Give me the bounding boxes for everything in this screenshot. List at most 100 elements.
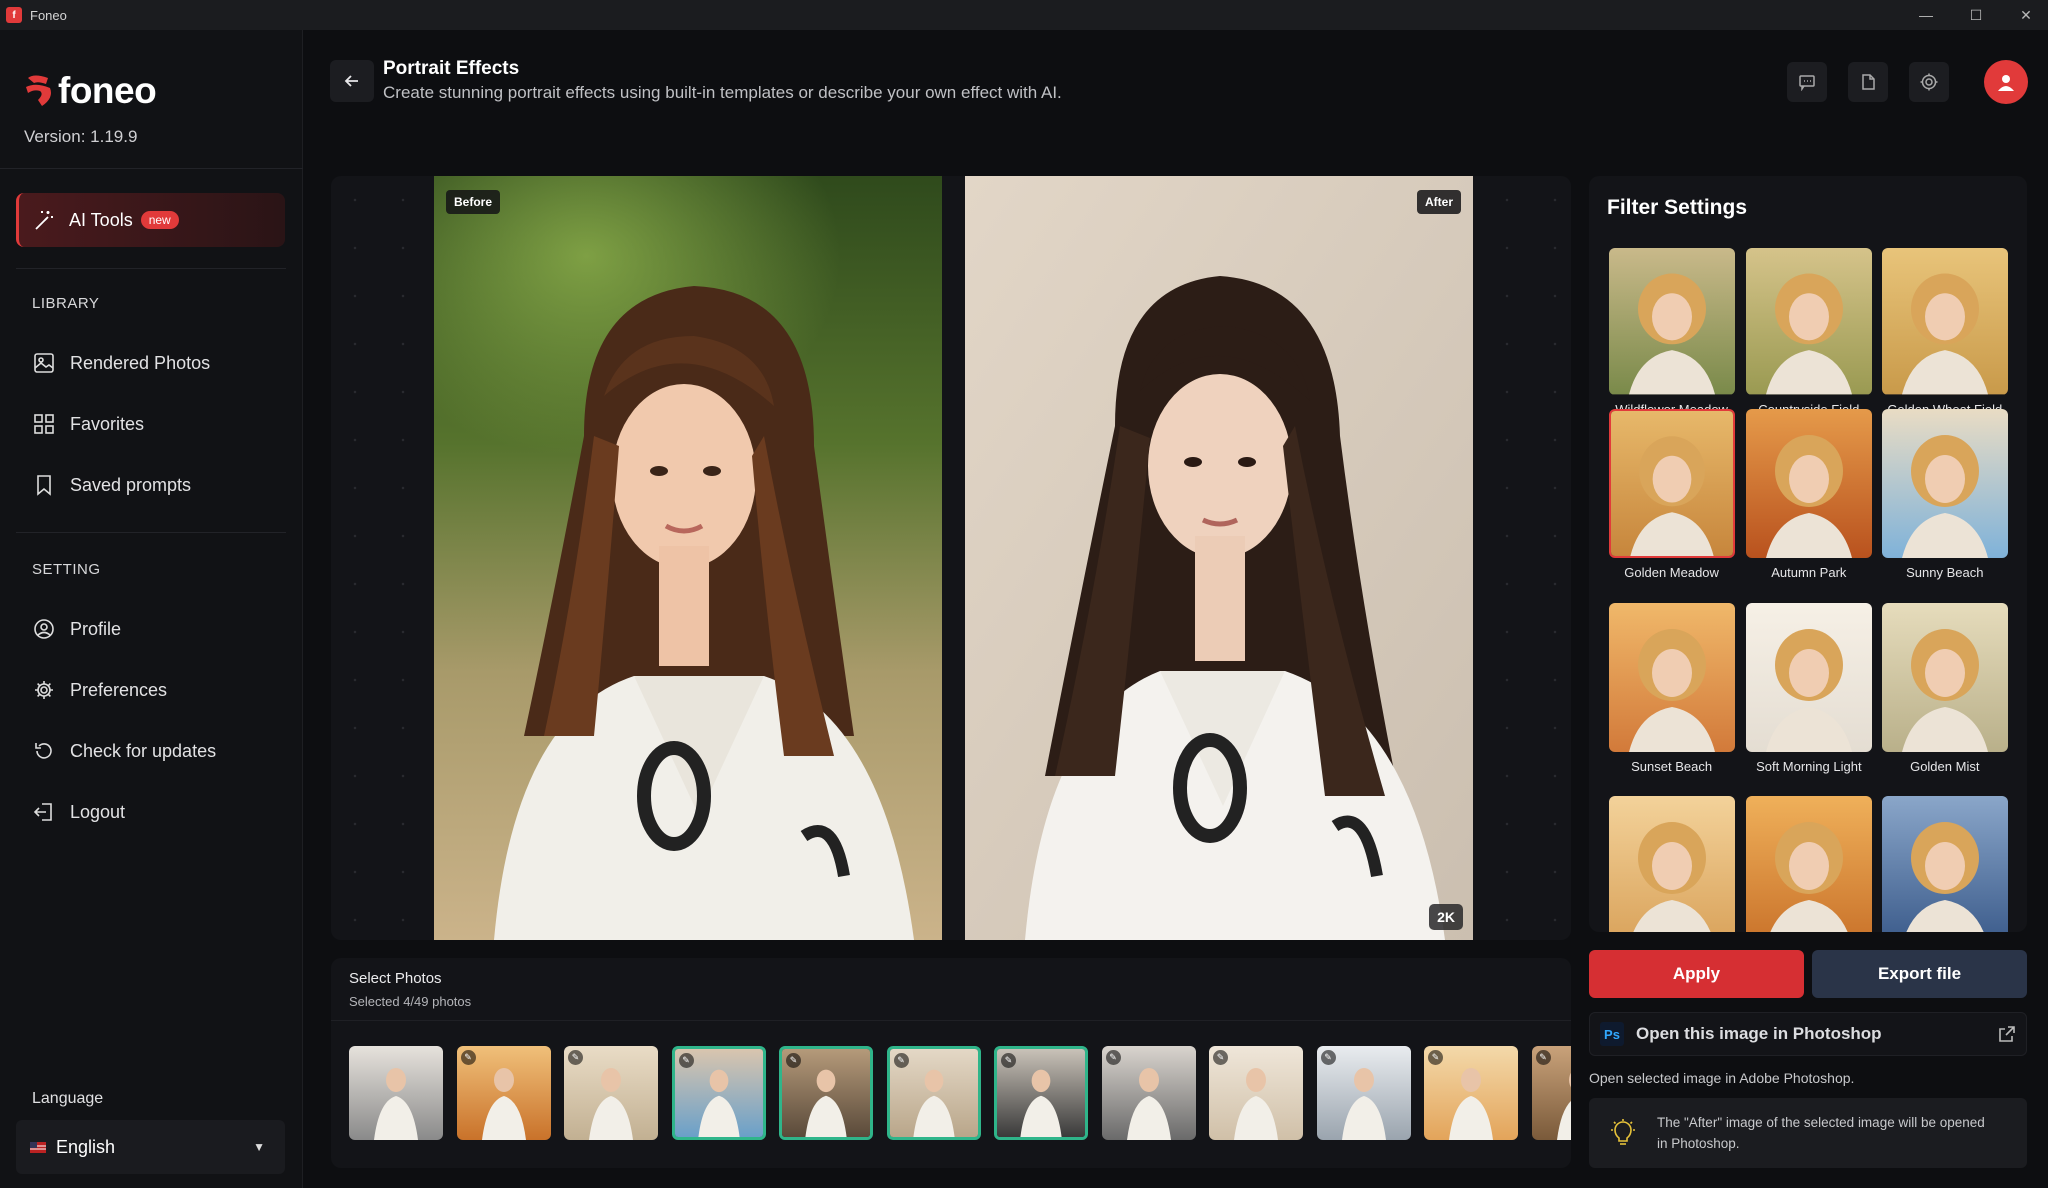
sidebar-item-saved-prompts[interactable]: Saved prompts <box>32 470 191 500</box>
filter-label: Soft Morning Light <box>1756 758 1862 774</box>
photo-thumbnail[interactable]: ✎ <box>1424 1046 1518 1140</box>
select-photos-count: Selected 4/49 photos <box>349 994 472 1009</box>
page-title: Portrait Effects <box>383 58 520 79</box>
logout-icon <box>32 800 56 824</box>
window-title: Foneo <box>30 7 67 23</box>
photo-thumbnail[interactable]: ✎ <box>456 1046 551 1140</box>
filter-option[interactable]: Golden Meadow <box>1608 409 1735 581</box>
document-button[interactable] <box>1848 62 1888 102</box>
external-link-icon <box>1999 1026 2015 1042</box>
apply-button[interactable]: Apply <box>1589 950 1804 998</box>
chevron-down-icon: ▼ <box>253 1140 265 1154</box>
edit-pencil-icon: ✎ <box>1535 1050 1551 1065</box>
close-button[interactable]: ✕ <box>2003 0 2048 30</box>
filter-option[interactable]: Countryside Field <box>1745 248 1872 417</box>
sidebar-item-check-updates[interactable]: Check for updates <box>32 736 216 766</box>
photo-thumbnail[interactable]: ✎ <box>1101 1046 1196 1140</box>
arrow-left-icon <box>344 75 358 87</box>
sidebar-item-label: Favorites <box>70 413 145 434</box>
filter-option[interactable]: Autumn Park <box>1745 409 1872 580</box>
minimize-button[interactable]: — <box>1903 0 1949 30</box>
after-label: After <box>1416 190 1461 214</box>
sidebar-item-ai-tools[interactable]: AI Tools new <box>16 193 285 247</box>
sidebar-item-logout[interactable]: Logout <box>32 797 125 827</box>
foneo-logo-icon <box>26 75 51 106</box>
divider <box>16 532 286 533</box>
sidebar-item-label: Saved prompts <box>70 474 192 495</box>
sidebar: foneo Version: 1.19.9 AI Tools new LIBRA… <box>0 30 303 1188</box>
photo-thumbnail[interactable]: ✎ <box>564 1046 658 1140</box>
language-value: English <box>56 1136 116 1157</box>
select-photos-title: Select Photos <box>349 970 442 987</box>
before-after-preview[interactable]: Before After 2K <box>331 176 1571 940</box>
page-subtitle: Create stunning portrait effects using b… <box>383 83 1062 102</box>
feedback-button[interactable] <box>1787 62 1827 102</box>
lightbulb-icon <box>1611 1119 1635 1145</box>
sidebar-item-label: Logout <box>70 801 126 822</box>
settings-button[interactable] <box>1909 62 1949 102</box>
language-select[interactable]: English ▼ <box>16 1120 285 1174</box>
before-image <box>434 176 942 940</box>
photo-thumbnail[interactable]: ✎ <box>1531 1046 1571 1140</box>
sidebar-item-label: Preferences <box>70 679 168 700</box>
logo-text: foneo <box>58 70 157 111</box>
filter-thumbnail <box>1745 602 1872 752</box>
new-badge: new <box>140 211 179 229</box>
document-icon <box>1862 74 1875 90</box>
sidebar-item-favorites[interactable]: Favorites <box>32 409 144 439</box>
gear-icon <box>32 678 56 702</box>
export-file-button[interactable]: Export file <box>1812 950 2027 998</box>
edit-pencil-icon: ✎ <box>1001 1053 1016 1068</box>
filter-thumbnail <box>1881 602 2008 752</box>
filter-thumbnail <box>1745 409 1872 559</box>
before-photo: Before <box>434 176 942 940</box>
open-in-photoshop-button[interactable]: Ps Open this image in Photoshop <box>1589 1012 2027 1056</box>
sidebar-item-preferences[interactable]: Preferences <box>32 675 167 705</box>
filter-settings-panel: Filter Settings Wildflower MeadowCountry… <box>1589 176 2027 932</box>
photo-thumbnail[interactable] <box>349 1046 443 1140</box>
photo-thumbnail[interactable]: ✎ <box>779 1046 873 1140</box>
photo-thumbnail[interactable]: ✎ <box>994 1046 1088 1140</box>
divider <box>0 168 303 169</box>
photo-thumbnail[interactable]: ✎ <box>1316 1046 1411 1140</box>
user-avatar[interactable] <box>1984 60 2028 104</box>
filter-option[interactable] <box>1608 796 1735 932</box>
gear-icon <box>1920 73 1938 91</box>
edit-pencil-icon: ✎ <box>786 1053 801 1068</box>
filter-option[interactable] <box>1745 796 1872 932</box>
filter-option[interactable]: Golden Wheat Field <box>1881 248 2008 417</box>
photo-thumbnail[interactable]: ✎ <box>671 1046 766 1140</box>
filter-option[interactable]: Sunset Beach <box>1608 602 1735 774</box>
setting-heading: SETTING <box>32 561 101 578</box>
photoshop-icon: Ps <box>1600 1022 1624 1046</box>
edit-pencil-icon: ✎ <box>1320 1050 1336 1065</box>
edit-pencil-icon: ✎ <box>1105 1050 1121 1065</box>
chat-icon <box>1799 75 1815 91</box>
filter-label: Golden Mist <box>1910 758 1980 774</box>
window-titlebar: f Foneo — ☐ ✕ <box>0 0 2048 30</box>
bookmark-icon <box>32 473 56 497</box>
filter-option[interactable]: Wildflower Meadow <box>1608 248 1735 417</box>
after-image <box>965 176 1473 940</box>
us-flag-icon <box>30 1141 46 1153</box>
filter-option[interactable]: Sunny Beach <box>1881 409 2008 580</box>
filter-settings-heading: Filter Settings <box>1607 196 1748 219</box>
magic-wand-icon <box>33 208 57 232</box>
maximize-button[interactable]: ☐ <box>1953 0 1999 30</box>
filter-thumbnail <box>1745 796 1872 932</box>
divider <box>16 268 286 269</box>
refresh-icon <box>32 739 56 763</box>
photo-thumbnail[interactable]: ✎ <box>1209 1046 1303 1140</box>
filter-option[interactable]: Soft Morning Light <box>1745 602 1872 774</box>
edit-pencil-icon: ✎ <box>1213 1050 1228 1065</box>
sidebar-item-rendered-photos[interactable]: Rendered Photos <box>32 348 210 378</box>
filter-option[interactable] <box>1881 796 2008 932</box>
photo-thumbnail[interactable]: ✎ <box>886 1046 981 1140</box>
back-button[interactable] <box>330 60 374 102</box>
sidebar-item-profile[interactable]: Profile <box>32 614 121 644</box>
resolution-badge: 2K <box>1429 904 1463 930</box>
filter-label: Golden Meadow <box>1624 565 1719 581</box>
filter-option[interactable]: Golden Mist <box>1881 602 2008 774</box>
filter-thumbnail <box>1608 796 1735 932</box>
sidebar-item-label: Profile <box>70 618 122 639</box>
